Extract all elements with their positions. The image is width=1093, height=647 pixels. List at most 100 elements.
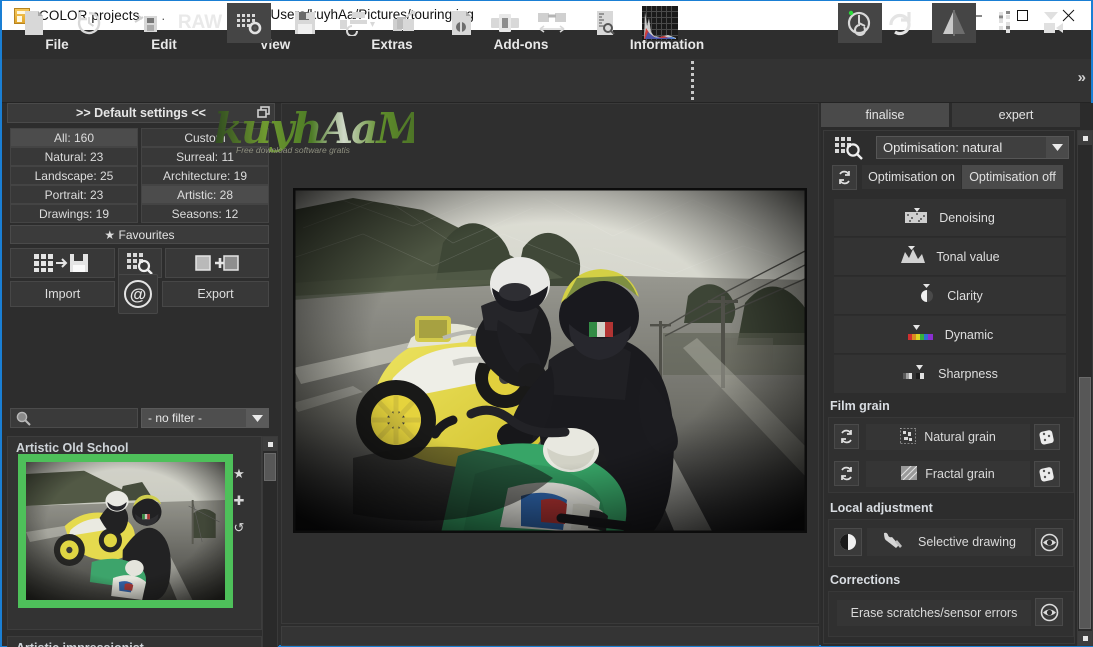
raw-label[interactable]: RAW bbox=[174, 3, 226, 43]
preset-name: Artistic impressionist bbox=[8, 637, 261, 647]
preset-list[interactable]: Artistic Old School ★ ✚ ↺ bbox=[7, 436, 262, 647]
erase-scratches-button[interactable]: Erase scratches/sensor errors bbox=[837, 600, 1031, 626]
application-window: COLOR projects .. - C:/Users/kuyhAa/Pict… bbox=[0, 0, 1093, 647]
add-plus-icon[interactable]: ✚ bbox=[234, 493, 245, 509]
category-seasons[interactable]: Seasons: 12 bbox=[141, 204, 269, 223]
compare-presets-icon[interactable] bbox=[165, 248, 269, 278]
list-item[interactable]: Artistic impressionist bbox=[7, 636, 262, 647]
adjustment-label: Clarity bbox=[947, 288, 983, 303]
favourites-button[interactable]: ★ Favourites bbox=[10, 225, 269, 244]
preset-thumbnail[interactable] bbox=[18, 454, 233, 608]
film-grain-label: Fractal grain bbox=[925, 467, 995, 481]
selective-drawing-label: Selective drawing bbox=[918, 535, 1016, 549]
default-settings-header[interactable]: >> Default settings << bbox=[7, 103, 275, 123]
raw-settings-icon[interactable] bbox=[227, 3, 271, 43]
tab-expert[interactable]: expert bbox=[952, 103, 1080, 127]
noise-pattern-icon[interactable] bbox=[986, 3, 1030, 43]
favourite-star-icon[interactable]: ★ bbox=[233, 466, 245, 482]
category-architecture[interactable]: Architecture: 19 bbox=[141, 166, 269, 185]
erase-scratches-label: Erase scratches/sensor errors bbox=[850, 606, 1018, 620]
video-export-icon[interactable] bbox=[1032, 3, 1076, 43]
main-photo[interactable] bbox=[293, 188, 807, 533]
new-image-icon[interactable] bbox=[12, 3, 56, 43]
optimisation-value: Optimisation: natural bbox=[883, 140, 1003, 155]
timer-preview-icon[interactable] bbox=[838, 3, 882, 43]
scroll-thumb[interactable] bbox=[1079, 377, 1091, 629]
filter-dropdown[interactable]: - no filter - bbox=[141, 408, 269, 428]
dice-icon[interactable] bbox=[1034, 424, 1060, 450]
adjustment-denoising[interactable]: Denoising bbox=[834, 199, 1066, 237]
adjustment-dynamic[interactable]: Dynamic bbox=[834, 316, 1066, 354]
default-settings-label: >> Default settings << bbox=[76, 106, 206, 120]
optimisation-dropdown[interactable]: Optimisation: natural bbox=[876, 136, 1069, 159]
film-grain-row-natural: Natural grain bbox=[829, 422, 1074, 455]
scroll-down-button[interactable] bbox=[1078, 631, 1092, 645]
category-surreal[interactable]: Surreal: 11 bbox=[141, 147, 269, 166]
category-landscape[interactable]: Landscape: 25 bbox=[10, 166, 138, 185]
sharpness-icon bbox=[902, 364, 928, 384]
selective-drawing-button[interactable]: Selective drawing bbox=[867, 528, 1031, 556]
mirror-icon[interactable] bbox=[932, 3, 976, 43]
eye-toggle-icon[interactable] bbox=[1035, 528, 1063, 556]
preset-thumbnail-wrap[interactable]: ★ ✚ ↺ bbox=[18, 454, 261, 608]
crop-icon[interactable] bbox=[483, 3, 527, 43]
scroll-thumb[interactable] bbox=[264, 453, 276, 481]
chevron-down-icon[interactable] bbox=[246, 409, 268, 427]
redo-icon[interactable] bbox=[878, 3, 922, 43]
toolbar-separator bbox=[691, 61, 694, 101]
compare-width-icon[interactable] bbox=[530, 3, 574, 43]
dice-icon[interactable] bbox=[1034, 461, 1060, 487]
restore-window-icon[interactable] bbox=[257, 106, 270, 125]
histogram-icon[interactable] bbox=[636, 3, 684, 43]
reset-refresh-icon[interactable] bbox=[834, 461, 859, 486]
search-input[interactable] bbox=[10, 408, 138, 428]
preset-list-scrollbar[interactable] bbox=[262, 436, 278, 647]
measure-icon[interactable] bbox=[583, 3, 627, 43]
image-canvas[interactable] bbox=[281, 103, 819, 624]
scroll-up-button[interactable] bbox=[1078, 131, 1092, 145]
film-grain-row-fractal: Fractal grain bbox=[829, 459, 1074, 492]
open-image-icon[interactable] bbox=[124, 3, 168, 43]
tab-finalise[interactable]: finalise bbox=[821, 103, 949, 127]
adjustment-sharpness[interactable]: Sharpness bbox=[834, 355, 1066, 393]
adjustment-tonal-value[interactable]: Tonal value bbox=[834, 238, 1066, 276]
scroll-up-button[interactable] bbox=[263, 437, 277, 451]
duplicate-image-icon[interactable] bbox=[384, 3, 428, 43]
adjustment-label: Sharpness bbox=[938, 367, 998, 381]
history-clock-icon[interactable] bbox=[67, 3, 111, 43]
list-item[interactable]: Artistic Old School ★ ✚ ↺ bbox=[7, 436, 262, 630]
at-sign-icon[interactable]: @ bbox=[118, 274, 158, 314]
category-artistic[interactable]: Artistic: 28 bbox=[141, 185, 269, 204]
reset-refresh-icon[interactable] bbox=[834, 424, 859, 449]
canvas-bottom-bar bbox=[281, 626, 819, 646]
category-all[interactable]: All: 160 bbox=[10, 128, 138, 147]
reset-refresh-icon[interactable]: ↺ bbox=[234, 520, 245, 536]
adjustment-clarity[interactable]: Clarity bbox=[834, 277, 1066, 315]
natural-grain-button[interactable]: Natural grain bbox=[866, 424, 1030, 450]
section-film-grain: Natural grain Fractal grain bbox=[828, 417, 1074, 493]
chevron-down-icon[interactable] bbox=[1046, 137, 1068, 158]
import-button[interactable]: Import bbox=[10, 281, 115, 307]
optimisation-reset-icon[interactable] bbox=[832, 165, 857, 190]
optimisation-off-button[interactable]: Optimisation off bbox=[962, 165, 1063, 189]
dynamic-spectrum-icon bbox=[907, 325, 935, 344]
section-corrections-title: Corrections bbox=[830, 573, 901, 587]
settings-panel: finalise expert Optimisation: natural Op… bbox=[821, 103, 1093, 646]
save-icon[interactable] bbox=[283, 3, 327, 43]
export-button[interactable]: Export bbox=[162, 281, 269, 307]
save-presets-icon[interactable] bbox=[10, 248, 115, 278]
fractal-grain-button[interactable]: Fractal grain bbox=[866, 461, 1030, 487]
section-local-adjustment-title: Local adjustment bbox=[830, 501, 933, 515]
category-drawings[interactable]: Drawings: 19 bbox=[10, 204, 138, 223]
contrast-half-circle-icon[interactable] bbox=[834, 528, 862, 556]
toolbar-overflow-icon[interactable]: » bbox=[1078, 69, 1086, 86]
settings-scrollbar[interactable] bbox=[1077, 130, 1093, 646]
category-custom[interactable]: Custom bbox=[141, 128, 269, 147]
eye-toggle-icon[interactable] bbox=[1035, 598, 1063, 626]
optimisation-on-button[interactable]: Optimisation on bbox=[862, 165, 961, 189]
denoise-icon bbox=[905, 208, 929, 227]
category-natural[interactable]: Natural: 23 bbox=[10, 147, 138, 166]
print-icon[interactable] bbox=[440, 3, 484, 43]
category-portrait[interactable]: Portrait: 23 bbox=[10, 185, 138, 204]
batch-export-icon[interactable] bbox=[331, 3, 385, 43]
